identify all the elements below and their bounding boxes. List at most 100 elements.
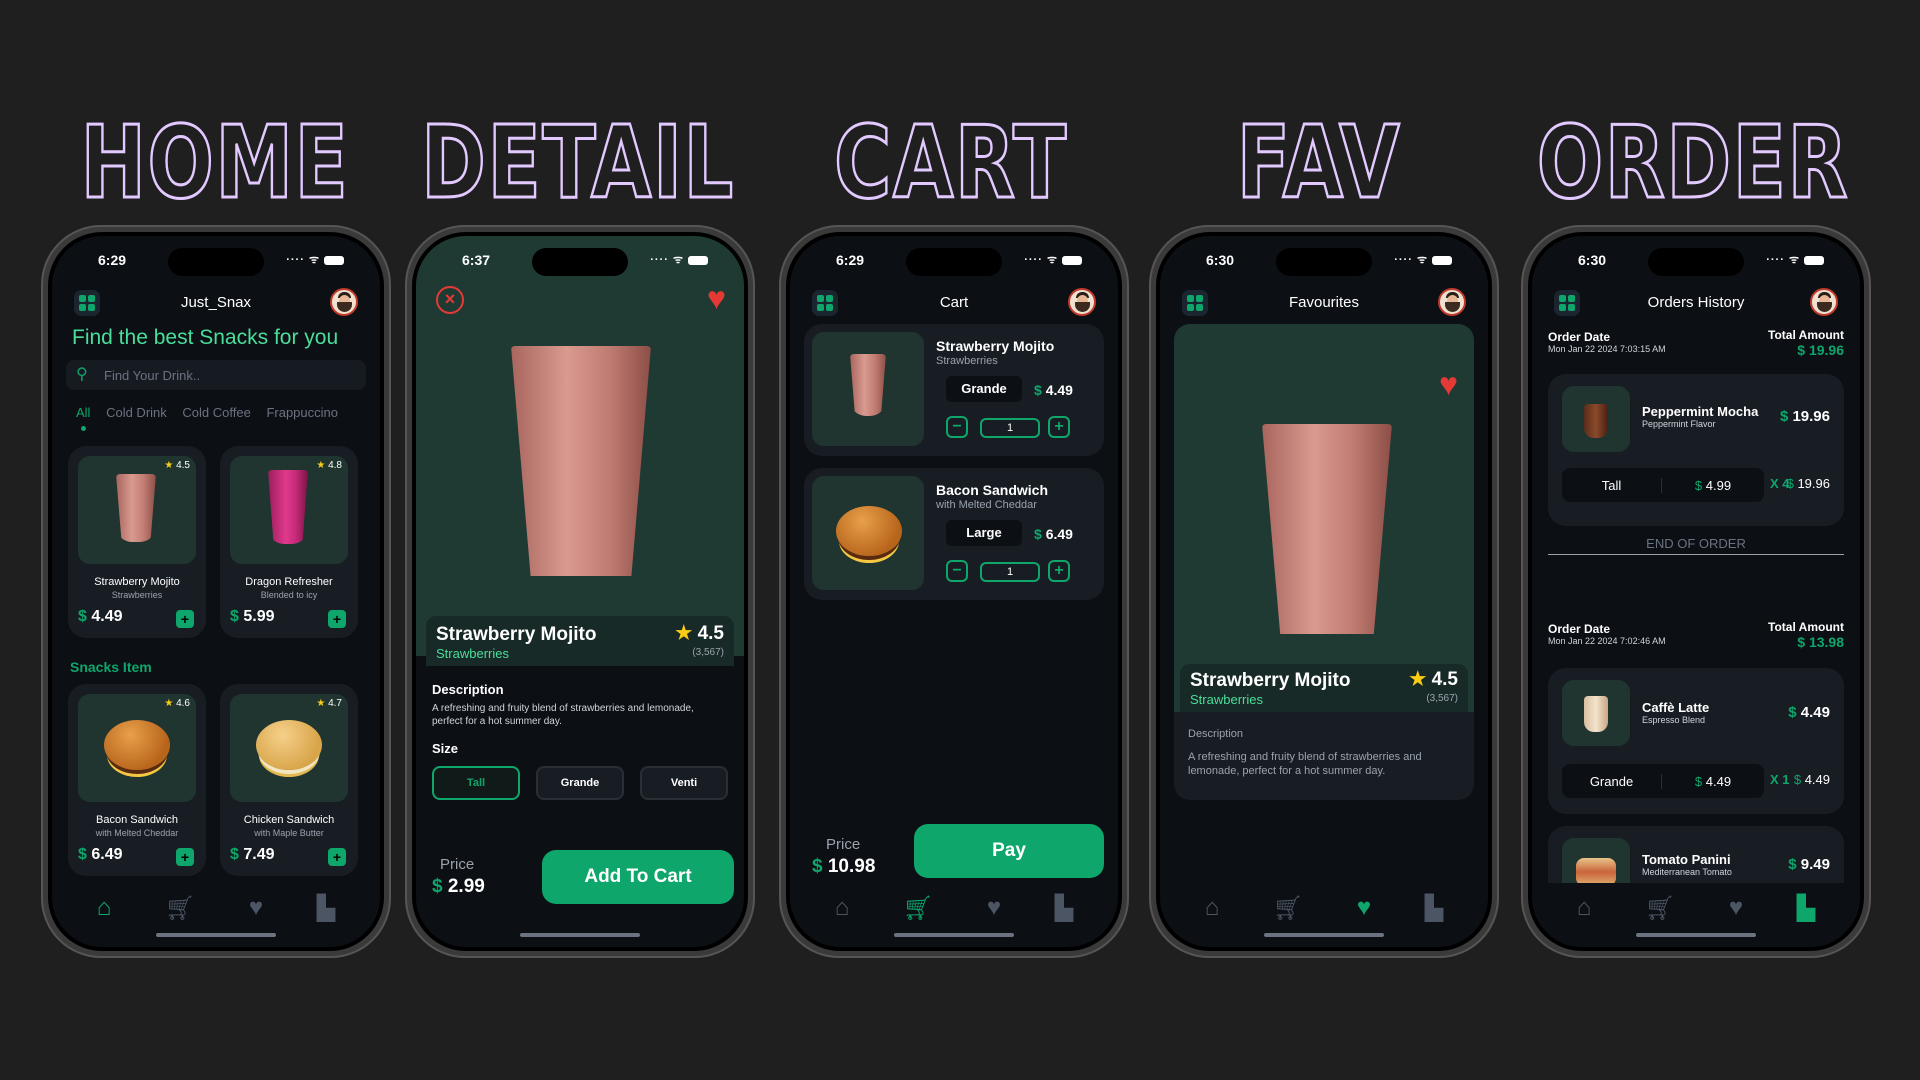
product-sub: Strawberries [111, 590, 163, 600]
size-venti-button[interactable]: Venti [640, 766, 728, 800]
order-date-label: Order Date [1548, 622, 1611, 636]
pay-button[interactable]: Pay [914, 824, 1104, 878]
nav-cart-icon[interactable]: 🛒︎ [165, 894, 195, 923]
price-value: 2.99 [447, 876, 485, 897]
search-input[interactable]: ⚲ Find Your Drink.. [66, 360, 366, 390]
decrement-button[interactable]: − [946, 560, 968, 582]
nav-home-icon[interactable]: ⌂ [1577, 894, 1592, 922]
nav-favourites-icon[interactable]: ♥ [987, 894, 1001, 922]
rating: 4.8 [328, 460, 342, 471]
avatar[interactable] [1438, 288, 1466, 316]
nav-home-icon[interactable]: ⌂ [835, 894, 850, 922]
product-name: Strawberry Mojito [94, 576, 180, 588]
nav-home-icon[interactable]: ⌂ [1205, 894, 1220, 922]
strawberry-mojito-image [116, 474, 156, 542]
rating: 4.7 [328, 698, 342, 709]
size-grande-button[interactable]: Grande [536, 766, 624, 800]
tab-cold-drink[interactable]: Cold Drink [106, 405, 167, 420]
avatar[interactable] [330, 288, 358, 316]
nav-favourites-icon[interactable]: ♥ [1729, 894, 1743, 922]
nav-cart-icon[interactable]: 🛒︎ [903, 894, 933, 923]
item-price: 4.49 [1045, 382, 1073, 398]
product-header: Strawberry Mojito Strawberries ★ 4.5 (3,… [426, 616, 734, 666]
nav-orders-icon[interactable]: ▙ [1797, 894, 1815, 923]
item-size: Grande [1562, 773, 1662, 789]
page-title: Favourites [1288, 294, 1360, 311]
cart-screen: 6:29 ···· ᯤ Cart Strawberry Mojito Strawb… [786, 232, 1122, 951]
increment-button[interactable]: + [1048, 416, 1070, 438]
status-time: 6:37 [462, 252, 491, 268]
star-icon: ★ [164, 698, 174, 709]
order-item: Caffè Latte Espresso Blend $ 4.49 Grande… [1548, 668, 1844, 814]
rating-count: (3,567) [1426, 693, 1458, 704]
phone-cart: 6:29 ···· ᯤ Cart Strawberry Mojito Strawb… [779, 225, 1129, 958]
caffe-latte-image [1584, 696, 1608, 732]
order-total: 19.96 [1808, 342, 1844, 358]
product-card[interactable]: ★ 4.8 Dragon Refresher Blended to icy $ … [220, 446, 358, 638]
orders-screen: 6:30 ···· ᯤ Orders History Order Date Mon… [1528, 232, 1864, 951]
nav-orders-icon[interactable]: ▙ [317, 894, 335, 923]
order-item: Peppermint Mocha Peppermint Flavor $ 19.… [1548, 374, 1844, 526]
add-to-cart-button[interactable]: Add To Cart [542, 850, 734, 904]
add-button[interactable]: + [176, 848, 194, 866]
detail-screen: 6:37 ···· ᯤ × ♥ Strawberry Mojito Strawbe… [412, 232, 748, 951]
nav-orders-icon[interactable]: ▙ [1425, 894, 1443, 923]
product-card[interactable]: ★ 4.7 Chicken Sandwich with Maple Butter… [220, 684, 358, 876]
nav-favourites-icon[interactable]: ♥ [1357, 894, 1371, 922]
product-price: 6.49 [91, 846, 123, 863]
quantity-field[interactable]: 1 [980, 418, 1040, 438]
status-time: 6:30 [1578, 252, 1607, 268]
add-button[interactable]: + [328, 848, 346, 866]
strawberry-mojito-image [1262, 424, 1392, 634]
add-button[interactable]: + [176, 610, 194, 628]
status-time: 6:29 [98, 252, 127, 268]
item-price: 4.49 [1800, 704, 1830, 721]
product-sub: with Maple Butter [254, 828, 324, 838]
price-label: Price [440, 856, 475, 873]
tomato-panini-image [1576, 858, 1616, 886]
item-line-total: 4.49 [1804, 772, 1830, 787]
increment-button[interactable]: + [1048, 560, 1070, 582]
nav-favourites-icon[interactable]: ♥ [249, 894, 263, 922]
avatar[interactable] [1068, 288, 1096, 316]
nav-cart-icon[interactable]: 🛒︎ [1273, 894, 1303, 923]
total-amount-label: Total Amount [1768, 620, 1844, 634]
heart-icon[interactable]: ♥ [1439, 366, 1458, 403]
rating: 4.5 [697, 623, 724, 644]
description-label: Description [432, 682, 504, 697]
add-button[interactable]: + [328, 610, 346, 628]
product-card[interactable]: ★ 4.6 Bacon Sandwich with Melted Cheddar… [68, 684, 206, 876]
title-detail: DETAIL [420, 103, 735, 223]
tab-cold-coffee[interactable]: Cold Coffee [182, 405, 250, 420]
peppermint-mocha-image [1584, 404, 1608, 438]
size-tall-button[interactable]: Tall [432, 766, 520, 800]
status-time: 6:30 [1206, 252, 1235, 268]
title-cart: CART [833, 103, 1068, 223]
end-of-order-label: END OF ORDER [1646, 536, 1746, 551]
product-card[interactable]: ★ 4.5 Strawberry Mojito Strawberries $ 4… [68, 446, 206, 638]
heart-icon[interactable]: ♥ [707, 280, 726, 317]
avatar[interactable] [1810, 288, 1838, 316]
nav-cart-icon[interactable]: 🛒︎ [1645, 894, 1675, 923]
product-sub: Strawberries [436, 646, 509, 661]
product-name: Dragon Refresher [245, 576, 333, 588]
quantity-field[interactable]: 1 [980, 562, 1040, 582]
item-sub: with Melted Cheddar [936, 499, 1037, 511]
item-name: Strawberry Mojito [936, 338, 1055, 354]
item-sub: Strawberries [936, 355, 998, 367]
close-icon[interactable]: × [436, 286, 464, 314]
tab-all[interactable]: All [76, 405, 90, 420]
decrement-button[interactable]: − [946, 416, 968, 438]
tab-frappuccino[interactable]: Frappuccino [266, 405, 338, 420]
title-fav: FAV [1236, 103, 1402, 223]
order-date: Mon Jan 22 2024 7:02:46 AM [1548, 636, 1666, 646]
nav-orders-icon[interactable]: ▙ [1055, 894, 1073, 923]
chicken-sandwich-image [256, 720, 322, 770]
product-sub: Strawberries [1190, 692, 1263, 707]
cart-item: Strawberry Mojito Strawberries Grande $ … [804, 324, 1104, 456]
description-text: A refreshing and fruity blend of strawbe… [432, 703, 694, 727]
product-price: 7.49 [243, 846, 275, 863]
nav-home-icon[interactable]: ⌂ [97, 894, 112, 922]
favourite-card[interactable]: ♥ Strawberry Mojito Strawberries ★ 4.5 (… [1174, 324, 1474, 800]
item-size: Tall [1562, 477, 1662, 493]
